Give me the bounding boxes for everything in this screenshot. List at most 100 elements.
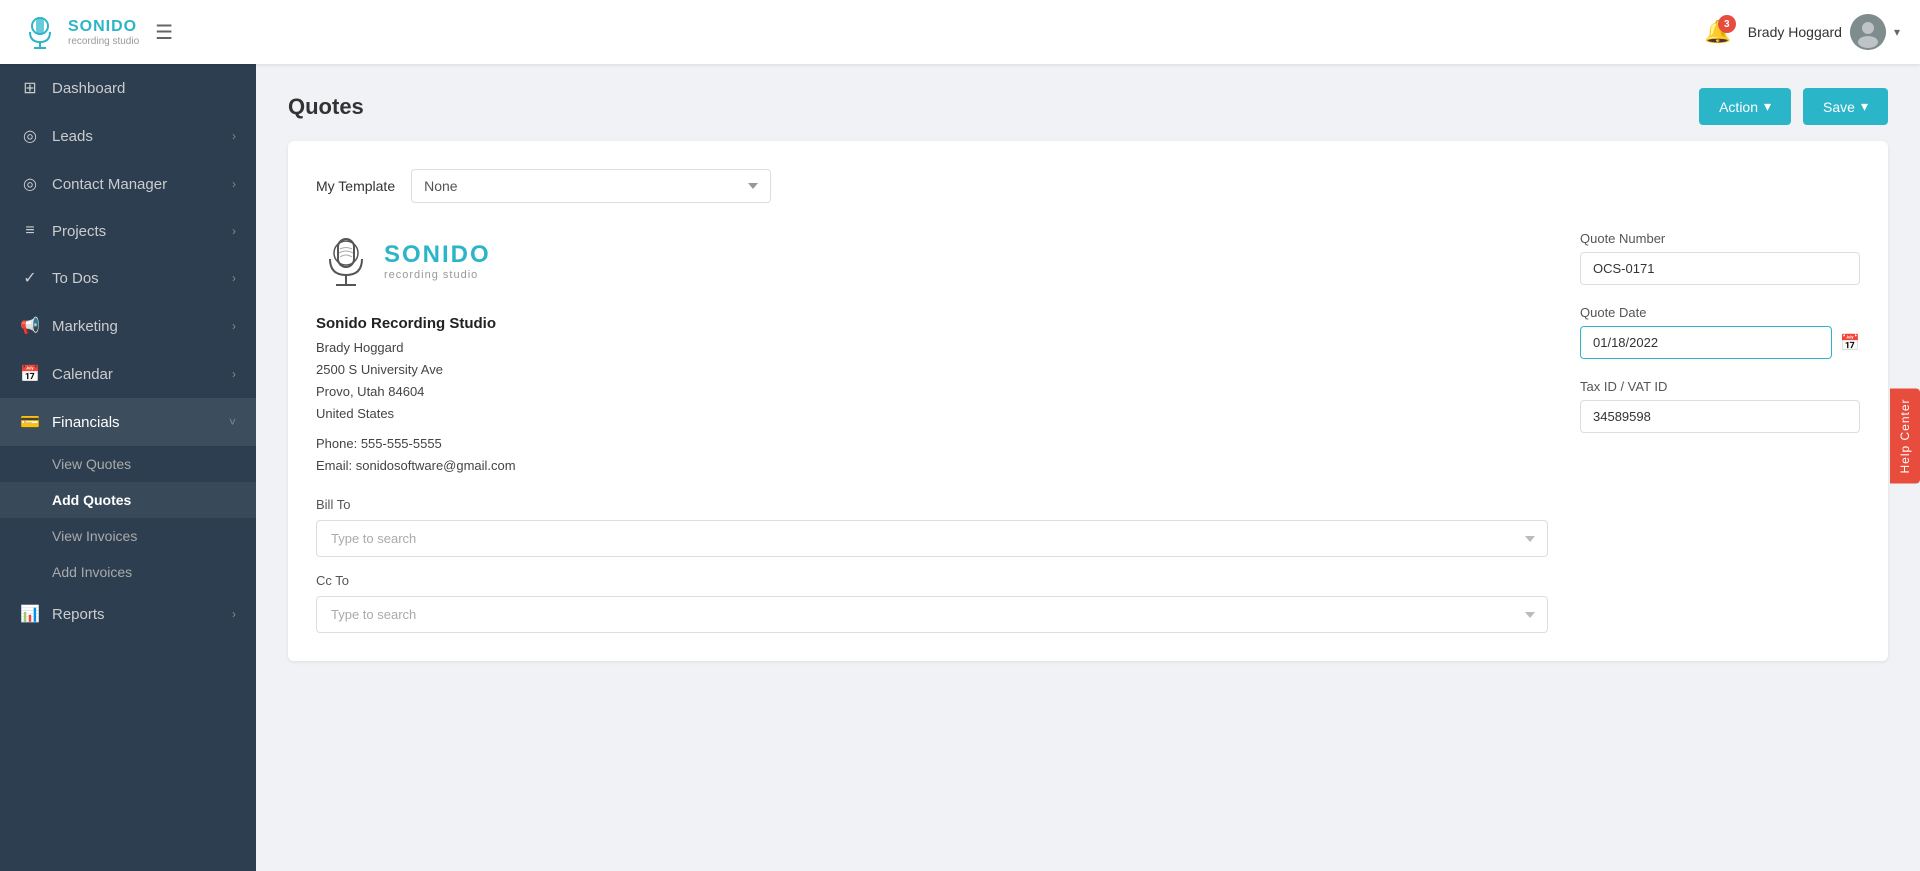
sidebar-item-label: To Dos (52, 270, 99, 287)
quote-body: SONIDO recording studio Sonido Recording… (316, 231, 1860, 633)
header-logo-icon (20, 12, 60, 52)
sidebar-item-label: Leads (52, 128, 93, 145)
company-brand-name: SONIDO (384, 241, 491, 269)
page-title: Quotes (288, 94, 364, 120)
sidebar-sub-view-quotes[interactable]: View Quotes (0, 446, 256, 482)
save-button[interactable]: Save ▾ (1803, 88, 1888, 125)
company-email: Email: sonidosoftware@gmail.com (316, 455, 1548, 477)
sidebar-item-marketing[interactable]: 📢 Marketing › (0, 302, 256, 350)
tax-id-label: Tax ID / VAT ID (1580, 379, 1860, 394)
company-address1: 2500 S University Ave (316, 359, 1548, 381)
sidebar-item-label: Marketing (52, 318, 118, 335)
template-label: My Template (316, 178, 395, 194)
quote-right: Quote Number OCS-0171 Quote Date 📅 Tax I (1580, 231, 1860, 633)
sidebar-item-leads[interactable]: ◎ Leads › (0, 112, 256, 160)
leads-icon: ◎ (20, 126, 40, 146)
user-name: Brady Hoggard (1748, 24, 1842, 40)
content-area: Quotes Action ▾ Save ▾ My Template None … (256, 64, 1920, 871)
sidebar-item-label: Contact Manager (52, 176, 167, 193)
reports-chevron-icon: › (232, 607, 236, 621)
sidebar-item-label: Financials (52, 414, 120, 431)
contact-manager-chevron-icon: › (232, 177, 236, 191)
dashboard-icon: ⊞ (20, 78, 40, 98)
company-country: United States (316, 403, 1548, 425)
avatar (1850, 14, 1886, 50)
sidebar-item-contact-manager[interactable]: ◎ Contact Manager › (0, 160, 256, 208)
sidebar-item-label: Reports (52, 606, 105, 623)
bill-to-label: Bill To (316, 497, 1548, 512)
company-address2: Provo, Utah 84604 (316, 381, 1548, 403)
company-phone: Phone: 555-555-5555 (316, 433, 1548, 455)
sidebar-sub-add-quotes[interactable]: Add Quotes (0, 482, 256, 518)
logo-area: SONIDO recording studio (20, 12, 139, 52)
sidebar-item-calendar[interactable]: 📅 Calendar › (0, 350, 256, 398)
calendar-icon[interactable]: 📅 (1840, 333, 1860, 353)
marketing-chevron-icon: › (232, 319, 236, 333)
bill-to-select[interactable]: Type to search (316, 520, 1548, 557)
contact-manager-icon: ◎ (20, 174, 40, 194)
user-chevron-icon: ▾ (1894, 25, 1900, 39)
quote-date-input[interactable] (1580, 326, 1832, 359)
tax-id-value: 34589598 (1580, 400, 1860, 433)
notification-badge: 3 (1718, 15, 1736, 33)
company-info: Sonido Recording Studio Brady Hoggard 25… (316, 311, 1548, 477)
cc-to-label: Cc To (316, 573, 1548, 588)
template-row: My Template None Template 1 Template 2 (316, 169, 1860, 203)
user-menu[interactable]: Brady Hoggard ▾ (1748, 14, 1900, 50)
sidebar-item-financials[interactable]: 💳 Financials ˅ (0, 398, 256, 446)
action-chevron-icon: ▾ (1764, 98, 1771, 115)
hamburger-menu[interactable]: ☰ (155, 20, 173, 45)
quote-date-group: Quote Date 📅 (1580, 305, 1860, 359)
page-actions: Action ▾ Save ▾ (1699, 88, 1888, 125)
sidebar-item-reports[interactable]: 📊 Reports › (0, 590, 256, 638)
sidebar: ⊞ Dashboard ◎ Leads › ◎ Contact Manager … (0, 64, 256, 871)
sidebar-sub-add-invoices[interactable]: Add Invoices (0, 554, 256, 590)
projects-icon: ≡ (20, 222, 40, 240)
quote-number-group: Quote Number OCS-0171 (1580, 231, 1860, 285)
save-chevron-icon: ▾ (1861, 98, 1868, 115)
todos-chevron-icon: › (232, 271, 236, 285)
notification-bell[interactable]: 🔔 3 (1704, 19, 1731, 45)
bill-to-section: Bill To Type to search (316, 497, 1548, 557)
quote-date-label: Quote Date (1580, 305, 1860, 320)
quote-card: My Template None Template 1 Template 2 (288, 141, 1888, 661)
help-center-label: Help Center (1890, 388, 1920, 483)
quote-left: SONIDO recording studio Sonido Recording… (316, 231, 1548, 633)
sidebar-item-label: Dashboard (52, 80, 125, 97)
projects-chevron-icon: › (232, 224, 236, 238)
company-logo-icon (316, 231, 376, 291)
sidebar-item-projects[interactable]: ≡ Projects › (0, 208, 256, 254)
financials-icon: 💳 (20, 412, 40, 432)
leads-chevron-icon: › (232, 129, 236, 143)
company-name: Sonido Recording Studio (316, 311, 1548, 337)
main-layout: ⊞ Dashboard ◎ Leads › ◎ Contact Manager … (0, 64, 1920, 871)
page-header: Quotes Action ▾ Save ▾ (256, 64, 1920, 141)
tax-id-group: Tax ID / VAT ID 34589598 (1580, 379, 1860, 433)
sidebar-sub-view-invoices[interactable]: View Invoices (0, 518, 256, 554)
sidebar-item-label: Calendar (52, 366, 113, 383)
brand-name: SONIDO (68, 18, 139, 36)
header: SONIDO recording studio ☰ 🔔 3 Brady Hogg… (0, 0, 1920, 64)
marketing-icon: 📢 (20, 316, 40, 336)
cc-to-select[interactable]: Type to search (316, 596, 1548, 633)
reports-icon: 📊 (20, 604, 40, 624)
financials-chevron-icon: ˅ (229, 415, 236, 429)
header-left: SONIDO recording studio ☰ (20, 12, 173, 52)
brand-sub: recording studio (68, 36, 139, 47)
company-brand-sub: recording studio (384, 269, 491, 281)
sidebar-item-label: Projects (52, 223, 106, 240)
action-button[interactable]: Action ▾ (1699, 88, 1791, 125)
help-center-tab[interactable]: Help Center (1890, 388, 1920, 483)
sidebar-item-dashboard[interactable]: ⊞ Dashboard (0, 64, 256, 112)
template-select[interactable]: None Template 1 Template 2 (411, 169, 771, 203)
company-logo: SONIDO recording studio (316, 231, 1548, 291)
quote-number-value: OCS-0171 (1580, 252, 1860, 285)
todos-icon: ✓ (20, 268, 40, 288)
logo-text: SONIDO recording studio (68, 18, 139, 47)
header-right: 🔔 3 Brady Hoggard ▾ (1704, 14, 1900, 50)
cc-to-section: Cc To Type to search (316, 573, 1548, 633)
sidebar-item-todos[interactable]: ✓ To Dos › (0, 254, 256, 302)
calendar-icon: 📅 (20, 364, 40, 384)
company-person: Brady Hoggard (316, 337, 1548, 359)
quote-number-label: Quote Number (1580, 231, 1860, 246)
